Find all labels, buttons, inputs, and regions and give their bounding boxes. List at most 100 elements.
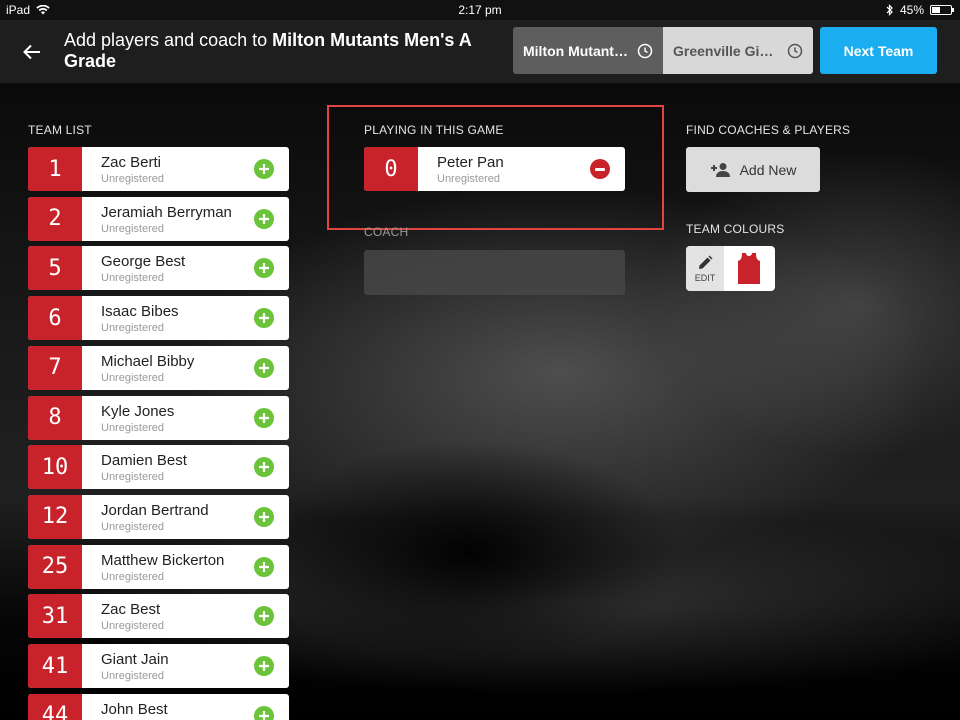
tab-team-2-label: Greenville Giants: [673, 42, 781, 59]
playing-label: PLAYING IN THIS GAME: [364, 123, 504, 137]
player-number: 5: [28, 246, 82, 291]
table-row[interactable]: 6 Isaac Bibes Unregistered: [28, 296, 289, 341]
plus-icon: [259, 412, 269, 423]
player-number: 1: [28, 147, 82, 191]
player-number: 7: [28, 345, 82, 390]
player-status: Unregistered: [101, 322, 164, 335]
playing-row[interactable]: 0 Peter Pan Unregistered: [364, 147, 625, 191]
add-icon[interactable]: [254, 506, 274, 527]
player-status: Unregistered: [437, 173, 500, 185]
team-list-label: TEAM LIST: [28, 123, 92, 137]
player-name: Jeramiah Berryman: [101, 203, 232, 221]
add-icon[interactable]: [254, 556, 274, 577]
edit-label: EDIT: [694, 272, 716, 283]
player-name: Matthew Bickerton: [101, 551, 225, 569]
add-icon[interactable]: [254, 705, 274, 720]
player-status: Unregistered: [101, 222, 164, 235]
find-label: FIND COACHES & PLAYERS: [686, 123, 851, 137]
battery-icon: [930, 5, 954, 15]
player-name: Jordan Bertrand: [101, 501, 209, 519]
team-colours: EDIT: [686, 246, 775, 291]
add-icon[interactable]: [254, 159, 274, 179]
clock: 2:17 pm: [458, 3, 502, 17]
table-row[interactable]: 12 Jordan Bertrand Unregistered: [28, 494, 289, 539]
arrow-left-icon: [23, 44, 40, 60]
add-new-label: Add New: [739, 161, 797, 178]
player-name: John Best: [101, 700, 168, 718]
plus-icon: [259, 313, 269, 324]
table-row[interactable]: 44John BestUnregistered: [28, 693, 289, 720]
page-title: Add players and coach to Milton Mutants …: [64, 30, 484, 72]
tab-team-1[interactable]: Milton Mutants Men's A Grade: [513, 27, 663, 74]
back-button[interactable]: [16, 36, 48, 68]
tab-team-2[interactable]: Greenville Giants: [663, 27, 813, 74]
add-person-icon: [710, 162, 730, 177]
table-row[interactable]: 25 Matthew Bickerton Unregistered: [28, 544, 289, 589]
plus-icon: [259, 164, 269, 174]
remove-icon[interactable]: [590, 159, 610, 179]
header-bar: Add players and coach to Milton Mutants …: [0, 20, 960, 83]
table-row[interactable]: 5 George Best Unregistered: [28, 246, 289, 291]
plus-icon: [259, 661, 269, 671]
next-team-button[interactable]: Next Team: [820, 27, 937, 74]
plus-icon: [259, 561, 269, 572]
player-status: Unregistered: [101, 670, 164, 682]
plus-icon: [259, 462, 269, 473]
coach-slot[interactable]: [364, 250, 625, 295]
table-row[interactable]: 41 Giant Jain Unregistered: [28, 644, 289, 688]
tab-team-1-label: Milton Mutants Men's A Grade: [523, 42, 631, 59]
player-number: 25: [28, 544, 82, 589]
player-name: Damien Best: [101, 452, 187, 470]
add-icon[interactable]: [254, 606, 274, 627]
player-number: 2: [28, 196, 82, 241]
player-status: Unregistered: [101, 570, 164, 583]
clock-icon: [637, 43, 653, 58]
add-icon[interactable]: [254, 258, 274, 279]
plus-icon: [259, 710, 269, 720]
plus-icon: [259, 263, 269, 274]
player-number: 41: [28, 644, 82, 688]
add-new-button[interactable]: Add New: [686, 147, 820, 192]
player-name: Peter Pan: [437, 154, 504, 171]
player-name: Zac Berti: [101, 154, 162, 171]
table-row[interactable]: 2 Jeramiah Berryman Unregistered: [28, 196, 289, 241]
edit-colours-button[interactable]: EDIT: [686, 246, 724, 291]
player-number: 12: [28, 494, 82, 539]
add-icon[interactable]: [254, 208, 274, 229]
player-name: George Best: [101, 253, 186, 271]
player-name: Kyle Jones: [101, 402, 175, 420]
player-number: 10: [28, 445, 82, 490]
player-name: Michael Bibby: [101, 352, 195, 370]
player-status: Unregistered: [101, 520, 164, 533]
plus-icon: [259, 611, 269, 622]
jersey-icon: [738, 253, 760, 284]
player-number: 8: [28, 395, 82, 440]
bluetooth-icon: [886, 4, 893, 16]
add-icon[interactable]: [254, 357, 274, 378]
clock-icon: [787, 43, 803, 58]
player-status: Unregistered: [101, 173, 164, 185]
add-icon[interactable]: [254, 656, 274, 676]
status-bar: iPad 2:17 pm 45%: [0, 0, 960, 20]
add-icon[interactable]: [254, 457, 274, 478]
pencil-icon: [699, 255, 713, 269]
table-row[interactable]: 31 Zac Best Unregistered: [28, 594, 289, 639]
player-name: Isaac Bibes: [101, 303, 179, 321]
plus-icon: [259, 213, 269, 224]
player-name: Giant Jain: [101, 651, 169, 668]
table-row[interactable]: 1 Zac Berti Unregistered: [28, 147, 289, 191]
add-icon[interactable]: [254, 407, 274, 428]
plus-icon: [259, 362, 269, 373]
player-number: 6: [28, 296, 82, 341]
player-number: 0: [364, 147, 418, 191]
title-prefix: Add players and coach to: [64, 30, 273, 50]
plus-icon: [259, 511, 269, 522]
table-row[interactable]: 7 Michael Bibby Unregistered: [28, 345, 289, 390]
team-colours-label: TEAM COLOURS: [686, 222, 785, 236]
battery-percent: 45%: [899, 3, 924, 17]
table-row[interactable]: 8 Kyle Jones Unregistered: [28, 395, 289, 440]
table-row[interactable]: 10 Damien Best Unregistered: [28, 445, 289, 490]
add-icon[interactable]: [254, 308, 274, 329]
player-number: 31: [28, 594, 82, 639]
player-status: Unregistered: [101, 371, 164, 384]
